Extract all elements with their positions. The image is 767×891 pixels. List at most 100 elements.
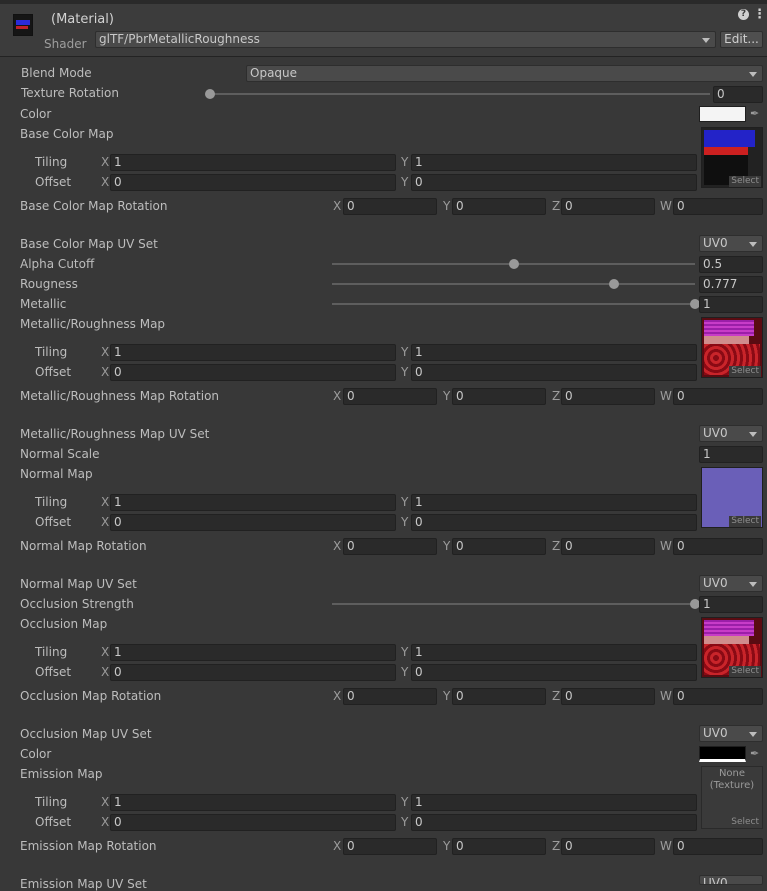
mr-rotation-y[interactable]: 0	[452, 388, 546, 405]
shader-dropdown[interactable]: glTF/PbrMetallicRoughness	[95, 31, 716, 48]
occlusion-rotation-w[interactable]: 0	[673, 688, 763, 705]
mr-uv-set-dropdown[interactable]: UV0	[699, 425, 763, 442]
axis-x-label: X	[101, 515, 110, 529]
occlusion-uv-set-label: Occlusion Map UV Set	[20, 727, 152, 741]
roughness-slider-track[interactable]	[332, 283, 695, 285]
emission-offset-x[interactable]: 0	[110, 814, 396, 831]
mr-offset-x[interactable]: 0	[110, 364, 396, 381]
emission-tiling-x[interactable]: 1	[110, 794, 396, 811]
occlusion-offset-x[interactable]: 0	[110, 664, 396, 681]
select-texture-button[interactable]: Select	[729, 666, 761, 677]
base-offset-x[interactable]: 0	[110, 174, 396, 191]
occlusion-uv-set-value: UV0	[703, 726, 728, 740]
texture-rotation-slider-track[interactable]	[210, 93, 710, 95]
normal-tiling-y[interactable]: 1	[411, 494, 697, 511]
emission-color-swatch[interactable]	[699, 746, 746, 762]
normal-map-label: Normal Map	[20, 467, 93, 481]
axis-y-label: Y	[401, 175, 409, 189]
occlusion-offset-y[interactable]: 0	[411, 664, 697, 681]
axis-x-label: X	[333, 689, 342, 703]
occlusion-rotation-z[interactable]: 0	[561, 688, 655, 705]
emission-map-thumbnail[interactable]: None (Texture) Select	[701, 766, 763, 829]
normal-rotation-w[interactable]: 0	[673, 538, 763, 555]
mr-map-thumbnail[interactable]: Select	[701, 317, 763, 378]
normal-offset-y[interactable]: 0	[411, 514, 697, 531]
axis-z-label: Z	[552, 389, 561, 403]
eyedropper-icon[interactable]: ✒	[750, 747, 759, 761]
alpha-cutoff-value[interactable]: 0.5	[699, 256, 763, 273]
normal-tiling-x[interactable]: 1	[110, 494, 396, 511]
normal-rotation-x[interactable]: 0	[343, 538, 437, 555]
normal-rotation-y[interactable]: 0	[452, 538, 546, 555]
occlusion-strength-value[interactable]: 1	[699, 596, 763, 613]
texture-rotation-label: Texture Rotation	[21, 86, 119, 100]
normal-offset-x[interactable]: 0	[110, 514, 396, 531]
mr-tiling-label: Tiling	[35, 345, 68, 359]
occlusion-tiling-x[interactable]: 1	[110, 644, 396, 661]
normal-uv-set-label: Normal Map UV Set	[20, 577, 137, 591]
mr-offset-y[interactable]: 0	[411, 364, 697, 381]
context-menu-icon[interactable]: ⋮	[753, 7, 766, 22]
base-rotation-w[interactable]: 0	[673, 198, 763, 215]
eyedropper-icon[interactable]: ✒	[750, 107, 759, 121]
occlusion-tiling-y[interactable]: 1	[411, 644, 697, 661]
select-texture-button[interactable]: Select	[729, 176, 761, 187]
base-tiling-y[interactable]: 1	[411, 154, 697, 171]
occlusion-rotation-y[interactable]: 0	[452, 688, 546, 705]
base-offset-label: Offset	[35, 175, 72, 189]
metallic-value[interactable]: 1	[699, 296, 763, 313]
base-rotation-x[interactable]: 0	[343, 198, 437, 215]
mr-tiling-y[interactable]: 1	[411, 344, 697, 361]
metallic-slider-track[interactable]	[332, 303, 695, 305]
base-uv-set-dropdown[interactable]: UV0	[699, 235, 763, 252]
select-texture-button[interactable]: Select	[729, 817, 761, 828]
chevron-down-icon	[749, 72, 757, 77]
normal-map-thumbnail[interactable]: Select	[701, 467, 763, 528]
texture-rotation-value[interactable]: 0	[713, 86, 763, 103]
chevron-down-icon	[749, 432, 757, 437]
occlusion-strength-slider-track[interactable]	[332, 603, 695, 605]
emission-rotation-w[interactable]: 0	[673, 838, 763, 855]
color-swatch[interactable]	[699, 106, 746, 122]
axis-y-label: Y	[401, 515, 409, 529]
emission-offset-y[interactable]: 0	[411, 814, 697, 831]
emission-uv-set-dropdown[interactable]: UV0	[699, 875, 763, 885]
axis-x-label: X	[101, 155, 110, 169]
normal-uv-set-dropdown[interactable]: UV0	[699, 575, 763, 592]
roughness-value[interactable]: 0.777	[699, 276, 763, 293]
base-color-map-thumbnail[interactable]: Select	[701, 127, 763, 188]
blend-mode-label: Blend Mode	[21, 66, 92, 80]
help-icon[interactable]: ?	[738, 9, 749, 20]
base-offset-y[interactable]: 0	[411, 174, 697, 191]
emission-tiling-y[interactable]: 1	[411, 794, 697, 811]
axis-x-label: X	[333, 389, 342, 403]
occlusion-uv-set-dropdown[interactable]: UV0	[699, 725, 763, 742]
blend-mode-dropdown[interactable]: Opaque	[246, 65, 763, 82]
axis-y-label: Y	[401, 365, 409, 379]
select-texture-button[interactable]: Select	[729, 366, 761, 377]
base-color-map-label: Base Color Map	[20, 127, 114, 141]
mr-tiling-x[interactable]: 1	[110, 344, 396, 361]
base-tiling-x[interactable]: 1	[110, 154, 396, 171]
normal-scale-value[interactable]: 1	[699, 446, 763, 463]
base-rotation-z[interactable]: 0	[561, 198, 655, 215]
select-texture-button[interactable]: Select	[729, 516, 761, 527]
axis-y-label: Y	[443, 689, 451, 703]
edit-shader-button[interactable]: Edit...	[720, 31, 763, 48]
normal-rotation-z[interactable]: 0	[561, 538, 655, 555]
base-rotation-y[interactable]: 0	[452, 198, 546, 215]
emission-rotation-x[interactable]: 0	[343, 838, 437, 855]
emission-rotation-z[interactable]: 0	[561, 838, 655, 855]
emission-map-label: Emission Map	[20, 767, 103, 781]
mr-rotation-z[interactable]: 0	[561, 388, 655, 405]
occlusion-map-thumbnail[interactable]: Select	[701, 617, 763, 678]
occlusion-rotation-x[interactable]: 0	[343, 688, 437, 705]
emission-rotation-y[interactable]: 0	[452, 838, 546, 855]
roughness-slider-knob[interactable]	[609, 279, 620, 289]
mr-rotation-x[interactable]: 0	[343, 388, 437, 405]
alpha-cutoff-slider-knob[interactable]	[508, 259, 519, 269]
texture-rotation-slider-knob[interactable]	[205, 89, 215, 99]
chevron-down-icon	[749, 582, 757, 587]
emission-map-rotation-label: Emission Map Rotation	[20, 839, 157, 853]
mr-rotation-w[interactable]: 0	[673, 388, 763, 405]
